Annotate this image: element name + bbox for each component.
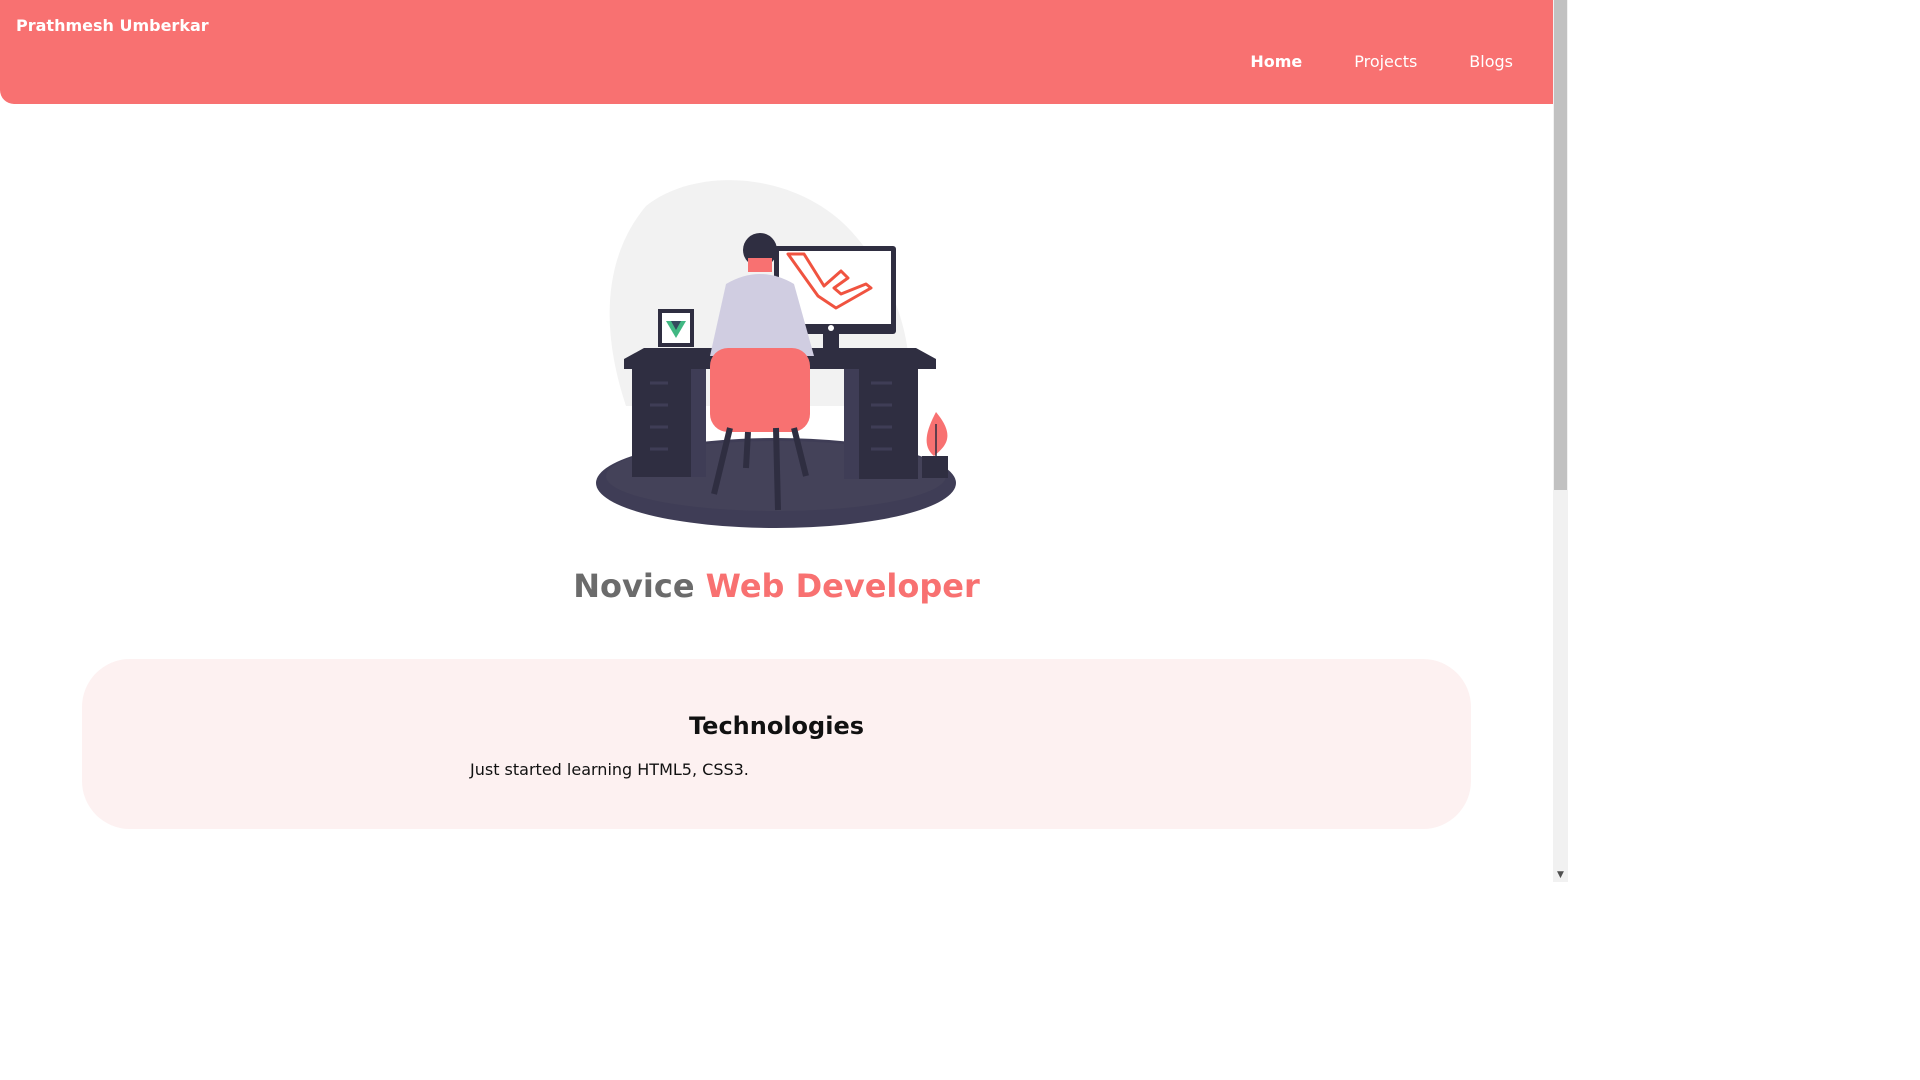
nav-blogs-link[interactable]: Blogs (1469, 52, 1513, 72)
technologies-card: Technologies Just started learning HTML5… (82, 659, 1471, 829)
technologies-title: Technologies (688, 712, 865, 740)
top-navbar: Prathmesh Umberkar Home Projects Blogs (0, 0, 1553, 104)
page: Prathmesh Umberkar Home Projects Blogs N… (0, 0, 1553, 882)
scroll-down-arrow-icon[interactable]: ▼ (1553, 870, 1568, 880)
brand-name[interactable]: Prathmesh Umberkar (16, 16, 209, 36)
hero-tagline: Novice Web Developer (0, 566, 1553, 606)
tagline-prefix: Novice (573, 567, 695, 605)
technologies-text: Just started learning HTML5, CSS3. (470, 760, 749, 779)
nav-home-link[interactable]: Home (1250, 52, 1302, 72)
hero-illustration (586, 176, 966, 536)
main-nav: Home Projects Blogs (1250, 52, 1513, 72)
scrollbar-thumb[interactable] (1554, 0, 1567, 490)
developer-at-desk-illustration (596, 180, 956, 528)
tagline-role: Web Developer (705, 567, 980, 605)
vertical-scrollbar[interactable]: ▼ (1553, 0, 1568, 882)
nav-projects-link[interactable]: Projects (1354, 52, 1417, 72)
